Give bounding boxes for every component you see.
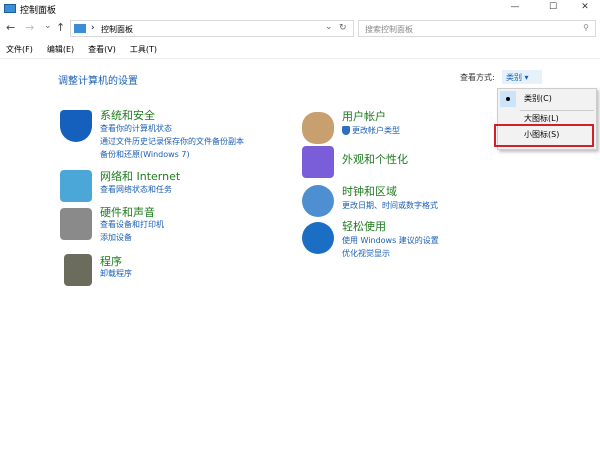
programs-icon	[64, 254, 92, 286]
menu-tools[interactable]: 工具(T)	[130, 45, 157, 54]
menu-separator	[520, 110, 594, 111]
close-button[interactable]: ✕	[570, 2, 600, 16]
forward-button[interactable]: →	[25, 21, 34, 34]
recent-locations-button[interactable]: ⌄	[44, 21, 52, 31]
shield-icon	[60, 110, 92, 142]
link-add-device[interactable]: 添加设备	[100, 231, 132, 244]
category-ease-of-access[interactable]: 轻松使用	[342, 218, 386, 234]
link-devices-printers[interactable]: 查看设备和打印机	[100, 218, 164, 231]
search-input[interactable]: 搜索控制面板 ⚲	[358, 20, 596, 37]
ease-of-access-icon	[302, 222, 334, 254]
category-appearance[interactable]: 外观和个性化	[342, 151, 408, 167]
menu-item-category[interactable]: 类别(C)	[524, 93, 552, 104]
control-panel-icon	[74, 24, 86, 33]
uac-shield-icon	[342, 126, 350, 135]
view-by-dropdown[interactable]: 类别 ▾	[502, 70, 542, 84]
menu-view[interactable]: 查看(V)	[88, 45, 116, 54]
bullet-icon	[506, 97, 510, 101]
minimize-button[interactable]: —	[500, 2, 530, 16]
menu-item-large-icons[interactable]: 大图标(L)	[524, 113, 559, 124]
control-panel-icon	[4, 4, 16, 13]
divider	[0, 58, 600, 59]
address-bar[interactable]: › 控制面板 ⌄ ↻	[70, 20, 354, 37]
menu-file[interactable]: 文件(F)	[6, 45, 33, 54]
address-dropdown-icon[interactable]: ⌄	[325, 22, 333, 32]
personalization-icon	[302, 146, 334, 178]
back-button[interactable]: ←	[6, 21, 15, 34]
category-clock-region[interactable]: 时钟和区域	[342, 183, 397, 199]
link-view-computer-status[interactable]: 查看你的计算机状态	[100, 122, 172, 135]
breadcrumb[interactable]: 控制面板	[101, 24, 133, 35]
link-file-history[interactable]: 通过文件历史记录保存你的文件备份副本	[100, 135, 244, 148]
chevron-down-icon: ▾	[524, 73, 529, 82]
link-network-status[interactable]: 查看网络状态和任务	[100, 183, 172, 196]
refresh-button[interactable]: ↻	[339, 23, 347, 33]
highlight-box	[494, 124, 594, 147]
view-by-label: 查看方式:	[460, 73, 495, 82]
search-icon[interactable]: ⚲	[583, 23, 589, 32]
printer-icon	[60, 208, 92, 240]
category-user-accounts[interactable]: 用户帐户	[342, 108, 386, 124]
search-placeholder: 搜索控制面板	[365, 25, 413, 34]
maximize-button[interactable]: ☐	[538, 2, 568, 16]
view-by-value: 类别	[506, 73, 522, 82]
breadcrumb-separator: ›	[91, 23, 95, 33]
window-title: 控制面板	[20, 6, 57, 16]
link-optimize-display[interactable]: 优化视觉显示	[342, 247, 390, 260]
menu-bar: 文件(F) 编辑(E) 查看(V) 工具(T)	[6, 44, 171, 55]
category-network[interactable]: 网络和 Internet	[100, 168, 180, 184]
link-backup-restore[interactable]: 备份和还原(Windows 7)	[100, 148, 190, 161]
page-title: 调整计算机的设置	[58, 76, 138, 87]
category-system-security[interactable]: 系统和安全	[100, 107, 155, 123]
network-icon	[60, 170, 92, 202]
clock-globe-icon	[302, 185, 334, 217]
link-recommended-settings[interactable]: 使用 Windows 建议的设置	[342, 234, 439, 247]
link-uninstall[interactable]: 卸载程序	[100, 267, 132, 280]
users-icon	[302, 112, 334, 144]
title-bar: 控制面板 — ☐ ✕	[0, 0, 600, 18]
up-button[interactable]: ↑	[56, 21, 65, 34]
link-change-account-type[interactable]: 更改帐户类型	[352, 124, 400, 137]
link-change-date-format[interactable]: 更改日期、时间或数字格式	[342, 199, 438, 212]
menu-edit[interactable]: 编辑(E)	[47, 45, 74, 54]
